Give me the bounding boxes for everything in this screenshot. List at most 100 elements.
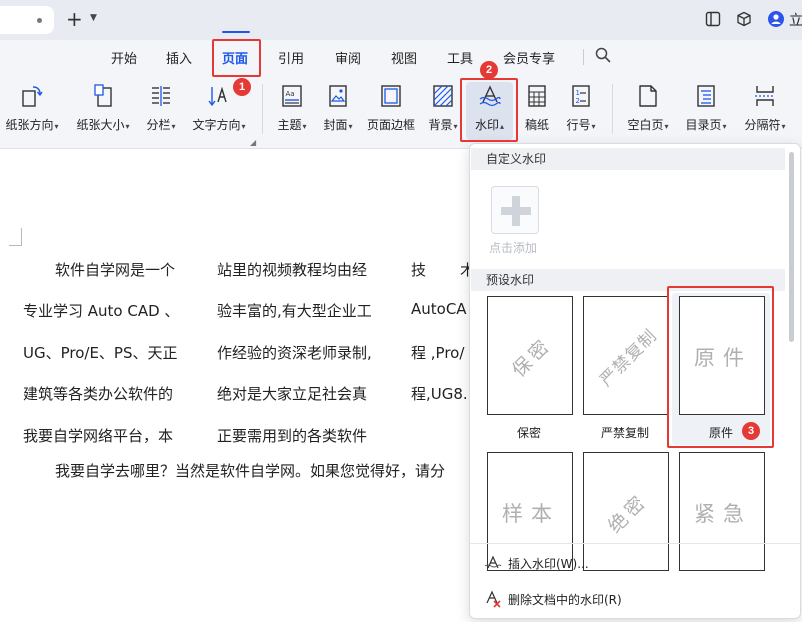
insert-watermark-icon (484, 555, 502, 569)
chevron-down-icon[interactable]: ▼ (90, 13, 97, 23)
ribbon-divider (612, 84, 613, 134)
doc-text: 作经验的资深老师录制, (217, 344, 372, 362)
watermark-dropdown-panel: 自定义水印 点击添加 预设水印 保密 保密 严禁复制 严禁复制 原件 原件 样本… (469, 143, 801, 619)
background-label: 背景 (428, 118, 453, 132)
doc-text: 技 (411, 261, 427, 279)
doc-text: 验丰富的,有大型企业工 (217, 302, 372, 320)
watermark-preview-text: 严禁复制 (596, 325, 662, 391)
unsaved-dot-icon (37, 18, 42, 23)
watermark-icon (479, 85, 501, 107)
tab-page[interactable]: 页面 (222, 48, 248, 67)
watermark-preset-label: 保密 (517, 426, 542, 440)
watermark-preset-card-original[interactable]: 原件 (679, 296, 765, 415)
tab-review[interactable]: 审阅 (335, 48, 361, 67)
user-avatar[interactable] (768, 11, 784, 27)
doc-text: 我要自学去哪里？当然是软件自学网。如果您觉得好，请分 (55, 462, 446, 480)
line-number-icon: 12 (572, 85, 590, 107)
paper-size-label: 纸张大小 (76, 118, 125, 132)
watermark-preset-card[interactable]: 保密 (487, 296, 573, 415)
background-button[interactable]: 背景▾ (424, 84, 462, 142)
blank-page-icon (639, 85, 657, 107)
group-launcher-icon[interactable]: ◢ (250, 138, 256, 147)
draft-paper-button[interactable]: 稿纸 (520, 84, 554, 142)
text-direction-icon (208, 86, 227, 107)
blank-page-label: 空白页 (627, 118, 664, 132)
cover-button[interactable]: 封面▾ (318, 84, 358, 142)
svg-text:1: 1 (576, 89, 580, 97)
separator-icon (755, 86, 775, 106)
add-watermark-label: 点击添加 (489, 241, 538, 255)
plus-icon-stroke (512, 196, 520, 226)
columns-button[interactable]: 分栏▾ (142, 84, 180, 142)
new-tab-button[interactable]: + (66, 9, 83, 29)
doc-text: 建筑等各类办公软件的 (23, 385, 174, 403)
page-border-label: 页面边框 (366, 118, 415, 132)
doc-text: UG、Pro/E、PS、天正 (23, 344, 178, 362)
watermark-preset-card[interactable]: 紧急 (679, 452, 765, 571)
paper-orientation-button[interactable]: 纸张方向▾ (2, 84, 62, 142)
remove-watermark-item[interactable]: 删除文档中的水印(R) (484, 589, 684, 609)
theme-icon: Aa (282, 85, 302, 107)
doc-text: 软件自学网是一个 (55, 261, 176, 279)
tab-member[interactable]: 会员专享 (503, 48, 555, 67)
cube-icon[interactable] (736, 11, 752, 27)
tab-tools[interactable]: 工具 (447, 48, 473, 67)
user-name[interactable]: 立 (789, 10, 802, 30)
watermark-preview-text: 保密 (508, 333, 557, 382)
page-margin-marker (9, 228, 22, 246)
preset-watermark-header: 预设水印 (471, 269, 785, 291)
separator-button[interactable]: 分隔符▾ (738, 84, 792, 142)
paper-size-button[interactable]: 纸张大小▾ (72, 84, 134, 142)
draft-paper-icon (528, 85, 546, 107)
watermark-button[interactable]: 水印▴ (468, 84, 511, 142)
theme-label: 主题 (277, 118, 302, 132)
orientation-icon (22, 86, 43, 107)
ribbon-divider (262, 84, 263, 134)
search-icon[interactable] (595, 47, 611, 63)
insert-watermark-item[interactable]: 插入水印(W)... (484, 553, 684, 573)
toc-page-label: 目录页 (685, 118, 722, 132)
theme-button[interactable]: Aa 主题▾ (273, 84, 311, 142)
remove-watermark-label: 删除文档中的水印(R) (508, 593, 622, 607)
page-border-button[interactable]: 页面边框 (364, 84, 418, 142)
paper-orientation-label: 纸张方向 (5, 118, 54, 132)
svg-text:2: 2 (576, 97, 580, 105)
tab-home[interactable]: 开始 (111, 48, 137, 67)
watermark-preview-text: 原件 (694, 345, 752, 370)
watermark-preset-label: 原件 (709, 426, 734, 440)
text-direction-label: 文字方向 (192, 118, 241, 132)
doc-text: 程,UG8. (411, 385, 468, 403)
watermark-label: 水印 (474, 118, 499, 132)
toc-page-button[interactable]: 目录页▾ (680, 84, 732, 142)
add-custom-watermark-button[interactable] (491, 186, 539, 234)
doc-text: 绝对是大家立足社会真 (217, 385, 368, 403)
page-border-icon (381, 85, 401, 107)
document-tab[interactable] (0, 6, 54, 34)
blank-page-button[interactable]: 空白页▾ (622, 84, 674, 142)
doc-text: 我要自学网络平台，本 (23, 427, 174, 445)
sidebar-toggle-icon[interactable] (705, 11, 721, 27)
columns-label: 分栏 (146, 118, 171, 132)
tab-view[interactable]: 视图 (391, 48, 417, 67)
panel-divider (470, 543, 800, 544)
tab-references[interactable]: 引用 (278, 48, 304, 67)
doc-text: 专业学习 Auto CAD 、 (23, 302, 180, 320)
draft-paper-label: 稿纸 (524, 118, 549, 132)
cover-icon (329, 85, 347, 107)
doc-text: 程 ,Pro/ (411, 344, 465, 362)
columns-icon (152, 86, 170, 106)
remove-watermark-icon (486, 590, 501, 608)
watermark-preset-label: 严禁复制 (601, 426, 650, 440)
user-icon (771, 14, 781, 24)
panel-scrollbar[interactable] (789, 152, 794, 342)
svg-text:Aa: Aa (286, 90, 295, 98)
watermark-preset-card[interactable]: 严禁复制 (583, 296, 669, 415)
line-number-label: 行号 (566, 118, 591, 132)
line-number-button[interactable]: 12 行号▾ (562, 84, 600, 142)
cover-label: 封面 (323, 118, 348, 132)
doc-text: AutoCA (411, 300, 467, 318)
background-icon (433, 85, 453, 107)
doc-text: 站里的视频教程均由经 (217, 261, 368, 279)
tab-insert[interactable]: 插入 (166, 48, 192, 67)
separator-label: 分隔符 (744, 118, 781, 132)
